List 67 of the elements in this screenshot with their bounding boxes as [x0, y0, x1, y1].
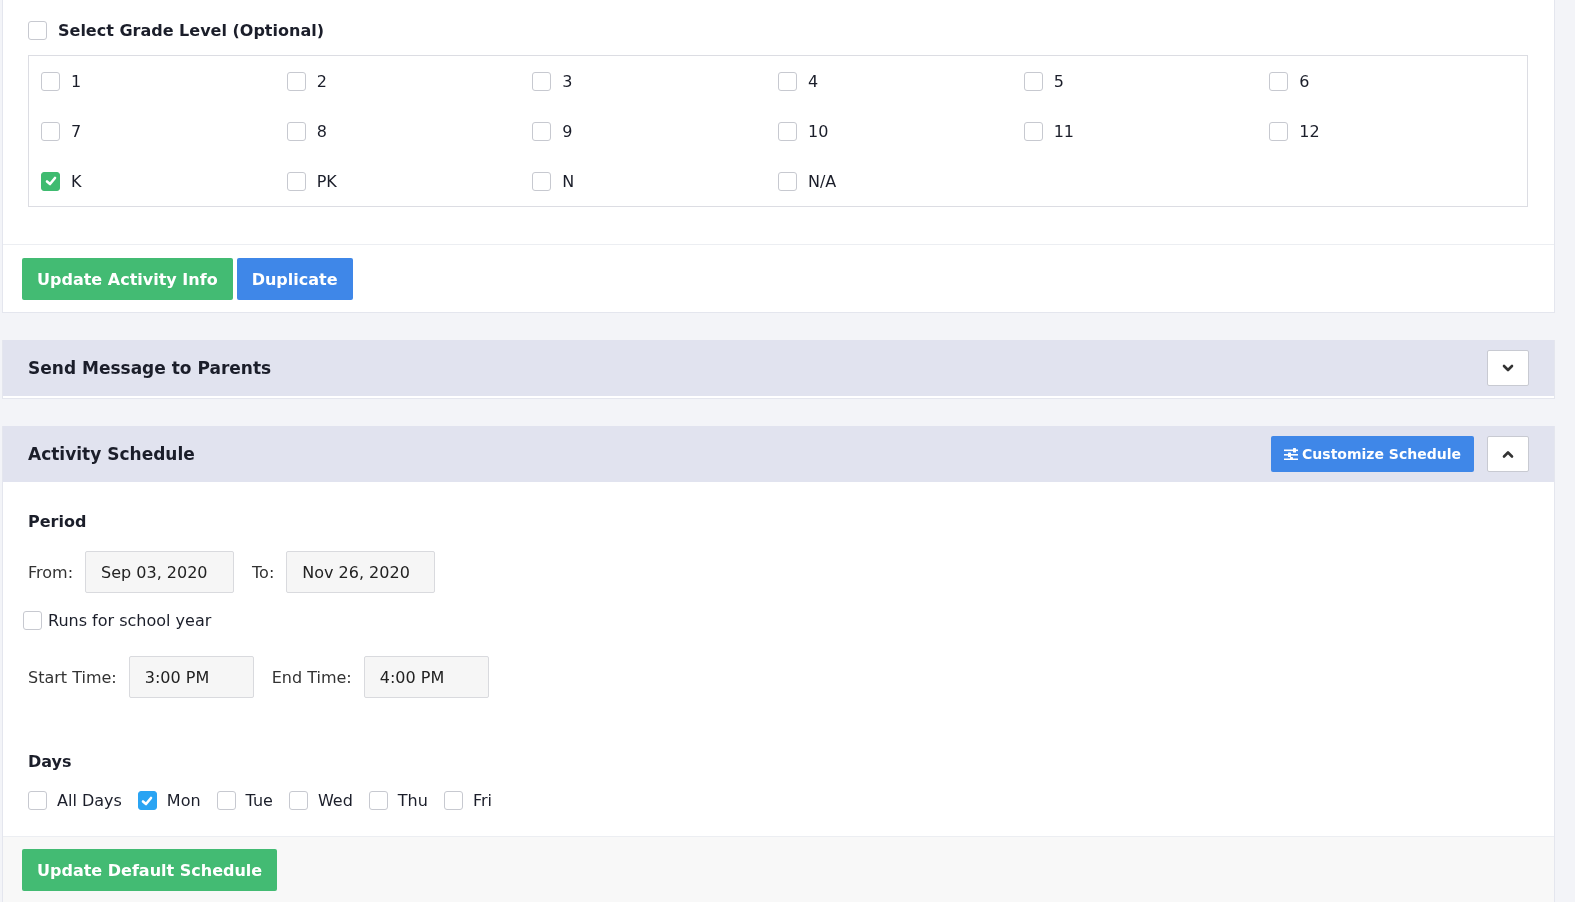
- checkbox-label: K: [71, 171, 82, 191]
- checkbox-label: 9: [562, 121, 573, 141]
- checkbox[interactable]: [41, 121, 60, 141]
- sliders-icon: [1284, 448, 1299, 460]
- checkbox-label: 3: [562, 71, 573, 91]
- checkbox[interactable]: [532, 171, 552, 191]
- checkbox[interactable]: [23, 611, 42, 630]
- checkbox[interactable]: [1269, 121, 1289, 141]
- checkbox[interactable]: [137, 791, 157, 810]
- checkbox-label: Tue: [245, 791, 273, 810]
- checkbox[interactable]: [778, 121, 797, 141]
- checkbox-label: N/A: [808, 171, 837, 191]
- check-icon: [44, 175, 57, 187]
- checkbox-label: Thu: [397, 791, 428, 810]
- duplicate-button[interactable]: Duplicate: [236, 258, 353, 300]
- checkbox-label: Select Grade Level (Optional): [58, 20, 324, 40]
- checkbox-label: 11: [1053, 121, 1074, 141]
- panel-title: Activity Schedule: [28, 444, 195, 464]
- checkbox[interactable]: [286, 121, 306, 141]
- checkbox-label: 5: [1053, 71, 1064, 91]
- date-field[interactable]: Sep 03, 2020: [85, 551, 235, 593]
- checkbox[interactable]: [1269, 71, 1289, 91]
- time-field[interactable]: 3:00 PM: [128, 656, 254, 698]
- field-label: Start Time:: [28, 667, 117, 687]
- checkbox[interactable]: [1023, 121, 1043, 141]
- checkbox-label: 8: [316, 121, 327, 141]
- checkbox-label: 7: [71, 121, 82, 141]
- checkbox-label: PK: [316, 171, 337, 191]
- field-label: To:: [252, 562, 275, 582]
- checkbox[interactable]: [28, 20, 47, 40]
- field-label: End Time:: [271, 667, 352, 687]
- checkbox-label: 1: [71, 71, 82, 91]
- checkbox[interactable]: [368, 791, 388, 810]
- section-heading: Period: [28, 512, 88, 531]
- checkbox[interactable]: [286, 71, 306, 91]
- checkbox[interactable]: [778, 71, 797, 91]
- time-field[interactable]: 4:00 PM: [363, 656, 489, 698]
- checkbox[interactable]: [41, 71, 60, 91]
- checkbox-label: 10: [808, 121, 829, 141]
- section-heading: Days: [28, 752, 73, 771]
- checkbox-label: 12: [1299, 121, 1320, 141]
- date-field[interactable]: Nov 26, 2020: [286, 551, 436, 593]
- checkbox-label: 4: [808, 71, 819, 91]
- checkbox[interactable]: [443, 791, 463, 810]
- field-label: From:: [28, 562, 74, 582]
- checkbox[interactable]: [532, 121, 552, 141]
- checkbox[interactable]: [532, 71, 552, 91]
- checkbox[interactable]: [778, 171, 797, 191]
- check-icon: [141, 794, 154, 807]
- checkbox-label: N: [562, 171, 575, 191]
- customize-schedule-button[interactable]: Customize Schedule: [1271, 436, 1474, 472]
- checkbox-label: 6: [1299, 71, 1310, 91]
- checkbox-label: 2: [316, 71, 327, 91]
- toggle-button[interactable]: [1487, 350, 1529, 386]
- checkbox-label: Fri: [472, 791, 492, 810]
- checkbox-label: All Days: [57, 791, 122, 810]
- panel-title: Send Message to Parents: [28, 358, 272, 378]
- checkbox-label: Mon: [166, 791, 201, 810]
- checkbox[interactable]: [1023, 71, 1043, 91]
- checkbox[interactable]: [28, 791, 47, 810]
- checkbox[interactable]: [216, 791, 236, 810]
- checkbox-label: Runs for school year: [48, 611, 212, 630]
- checkbox[interactable]: [286, 171, 306, 191]
- checkbox[interactable]: [41, 171, 60, 191]
- toggle-button[interactable]: [1487, 436, 1529, 472]
- checkbox[interactable]: [288, 791, 308, 810]
- checkbox-label: Wed: [317, 791, 353, 810]
